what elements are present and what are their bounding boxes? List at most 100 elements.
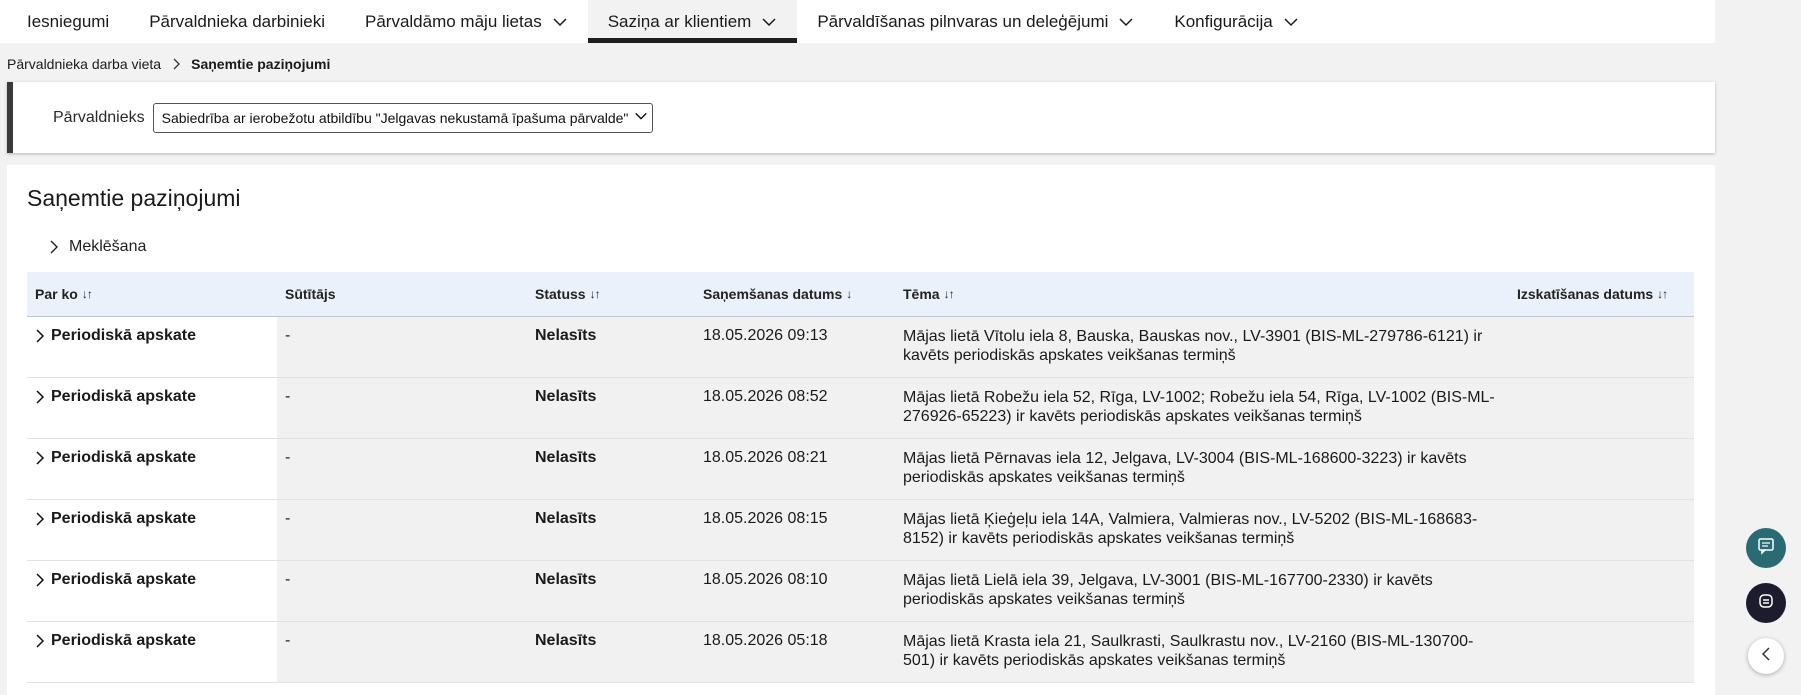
subject-text: Periodiskā apskate [51, 449, 196, 466]
column-header-sanemsanas-datums[interactable]: Saņemšanas datums ↓ [695, 272, 895, 316]
cell-received-date: 18.05.2026 08:15 [695, 500, 895, 560]
bot-icon [1757, 592, 1775, 615]
cell-received-date: 18.05.2026 08:52 [695, 378, 895, 438]
nav-item-parvaldamo-maju-lietas[interactable]: Pārvaldāmo māju lietas [345, 0, 588, 43]
chevron-right-icon [35, 449, 45, 471]
column-header-sutitajs: Sūtītājs [277, 272, 527, 316]
chevron-down-icon [634, 109, 648, 126]
chat-icon [1757, 537, 1775, 560]
chevron-down-icon [552, 14, 568, 30]
cell-subject: Periodiskā apskate [27, 500, 277, 560]
cell-status: Nelasīts [527, 500, 695, 560]
breadcrumb-parent-link[interactable]: Pārvaldnieka darba vieta [7, 56, 161, 72]
top-navigation: Iesniegumi Pārvaldnieka darbinieki Pārva… [0, 0, 1715, 43]
cell-received-date: 18.05.2026 05:18 [695, 622, 895, 682]
cell-received-date: 18.05.2026 09:13 [695, 317, 895, 377]
column-header-tema[interactable]: Tēma ↓↑ [895, 272, 1509, 316]
sort-icon: ↓↑ [943, 287, 955, 301]
chevron-right-icon [35, 327, 45, 349]
cell-theme: Mājas lietā Robežu iela 52, Rīga, LV-100… [895, 378, 1509, 438]
cell-reviewed-date [1509, 439, 1694, 499]
cell-sender: - [277, 378, 527, 438]
column-label: Par ko [35, 286, 78, 302]
table-row[interactable]: Periodiskā apskate - Nelasīts 18.05.2026 08… [27, 500, 1694, 561]
breadcrumb-current: Saņemtie paziņojumi [191, 56, 331, 72]
cell-reviewed-date [1509, 561, 1694, 621]
table-row[interactable]: Periodiskā apskate - Nelasīts 18.05.2026 08… [27, 439, 1694, 500]
nav-item-label: Iesniegumi [27, 11, 110, 31]
cell-reviewed-date [1509, 378, 1694, 438]
nav-item-parvaldisanas-pilnvaras[interactable]: Pārvaldīšanas pilnvaras un deleģējumi [797, 0, 1154, 43]
cell-sender: - [277, 561, 527, 621]
chevron-down-icon [1118, 14, 1134, 30]
cell-theme: Mājas lietā Lielā iela 39, Jelgava, LV-3… [895, 561, 1509, 621]
cell-subject: Periodiskā apskate [27, 561, 277, 621]
subject-text: Periodiskā apskate [51, 327, 196, 344]
nav-item-sazina-ar-klientiem[interactable]: Saziņa ar klientiem [587, 0, 798, 43]
cell-subject: Periodiskā apskate [27, 378, 277, 438]
row-expand-toggle[interactable]: Periodiskā apskate [35, 449, 277, 471]
cell-reviewed-date [1509, 622, 1694, 682]
cell-subject: Periodiskā apskate [27, 317, 277, 377]
column-label: Saņemšanas datums [703, 286, 843, 302]
collapse-panel-button[interactable] [1748, 638, 1784, 674]
notifications-table: Par ko ↓↑ Sūtītājs Statuss ↓↑ Saņemšanas… [27, 272, 1694, 683]
manager-select[interactable]: Sabiedrība ar ierobežotu atbildību "Jelg… [152, 102, 653, 133]
cell-reviewed-date [1509, 317, 1694, 377]
nav-item-label: Konfigurācija [1174, 11, 1273, 31]
table-body: Periodiskā apskate - Nelasīts 18.05.2026 09… [27, 317, 1694, 683]
row-expand-toggle[interactable]: Periodiskā apskate [35, 571, 277, 593]
row-expand-toggle[interactable]: Periodiskā apskate [35, 510, 277, 532]
chevron-down-icon [1283, 14, 1299, 30]
column-label: Statuss [535, 286, 586, 302]
subject-text: Periodiskā apskate [51, 571, 196, 588]
cell-sender: - [277, 500, 527, 560]
column-label: Izskatīšanas datums [1517, 286, 1654, 302]
page-title: Saņemtie paziņojumi [27, 185, 241, 211]
row-expand-toggle[interactable]: Periodiskā apskate [35, 632, 277, 654]
cell-theme: Mājas lietā Pērnavas iela 12, Jelgava, L… [895, 439, 1509, 499]
sort-icon: ↓↑ [1657, 287, 1668, 301]
cell-received-date: 18.05.2026 08:10 [695, 561, 895, 621]
search-toggle[interactable]: Meklēšana [49, 238, 146, 256]
chevron-down-icon [761, 14, 777, 30]
manager-selected-value: Sabiedrība ar ierobežotu atbildību "Jelg… [161, 109, 629, 126]
chat-button[interactable] [1746, 528, 1786, 568]
main-card: Saņemtie paziņojumi Meklēšana Par ko ↓↑ … [7, 165, 1715, 695]
sort-icon: ↓↑ [589, 287, 601, 301]
column-header-statuss[interactable]: Statuss ↓↑ [527, 272, 695, 316]
manager-panel: Pārvaldnieks Sabiedrība ar ierobežotu at… [7, 82, 1715, 153]
search-toggle-label: Meklēšana [69, 238, 147, 255]
chevron-right-icon [49, 240, 59, 254]
cell-status: Nelasīts [527, 378, 695, 438]
table-row[interactable]: Periodiskā apskate - Nelasīts 18.05.2026 08… [27, 561, 1694, 622]
cell-subject: Periodiskā apskate [27, 439, 277, 499]
subject-text: Periodiskā apskate [51, 388, 196, 405]
nav-item-parvaldnieka-darbinieki[interactable]: Pārvaldnieka darbinieki [129, 0, 345, 43]
column-header-izskatisanas-datums[interactable]: Izskatīšanas datums ↓↑ [1509, 272, 1694, 316]
chevron-right-icon [35, 632, 45, 654]
column-label: Sūtītājs [285, 286, 336, 302]
cell-subject: Periodiskā apskate [27, 622, 277, 682]
cell-theme: Mājas lietā Krasta iela 21, Saulkrasti, … [895, 622, 1509, 682]
nav-item-label: Pārvaldnieka darbinieki [149, 11, 325, 31]
table-header: Par ko ↓↑ Sūtītājs Statuss ↓↑ Saņemšanas… [27, 272, 1694, 317]
chevron-right-icon [171, 58, 181, 70]
cell-sender: - [277, 622, 527, 682]
column-header-par-ko[interactable]: Par ko ↓↑ [27, 272, 277, 316]
table-row[interactable]: Periodiskā apskate - Nelasīts 18.05.2026 08… [27, 378, 1694, 439]
row-expand-toggle[interactable]: Periodiskā apskate [35, 327, 277, 349]
sort-icon: ↓↑ [81, 287, 93, 301]
row-expand-toggle[interactable]: Periodiskā apskate [35, 388, 277, 410]
cell-status: Nelasīts [527, 561, 695, 621]
cell-sender: - [277, 439, 527, 499]
nav-item-konfiguracija[interactable]: Konfigurācija [1154, 0, 1318, 43]
table-row[interactable]: Periodiskā apskate - Nelasīts 18.05.2026 05… [27, 622, 1694, 683]
assistant-bot-button[interactable] [1746, 583, 1786, 623]
table-row[interactable]: Periodiskā apskate - Nelasīts 18.05.2026 09… [27, 317, 1694, 378]
chevron-left-icon [1760, 646, 1772, 666]
nav-item-iesniegumi[interactable]: Iesniegumi [0, 0, 129, 43]
nav-item-label: Pārvaldāmo māju lietas [365, 11, 542, 31]
chevron-right-icon [35, 571, 45, 593]
cell-theme: Mājas lietā Vītolu iela 8, Bauska, Bausk… [895, 317, 1509, 377]
